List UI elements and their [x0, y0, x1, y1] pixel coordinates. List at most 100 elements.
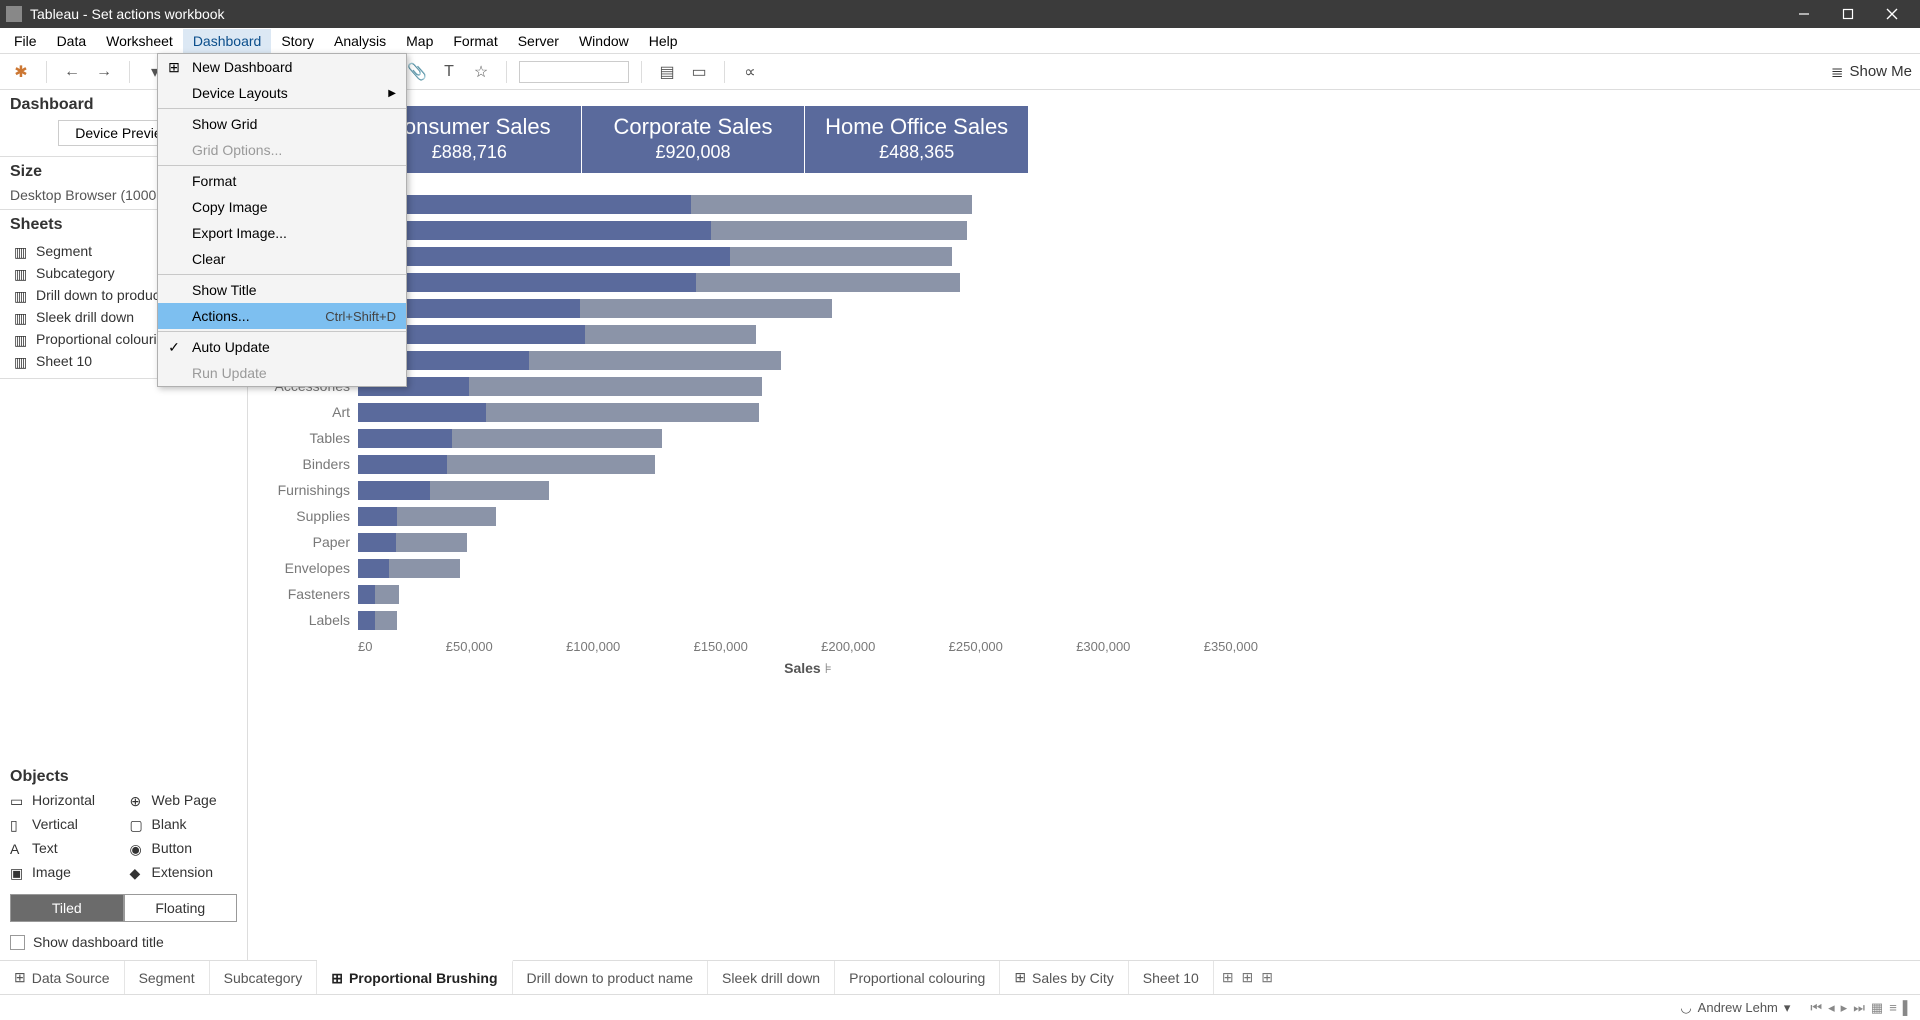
- pin-icon[interactable]: ☆: [468, 59, 494, 85]
- chart-bars[interactable]: [358, 191, 1268, 633]
- tab-sheet-10[interactable]: Sheet 10: [1129, 961, 1214, 994]
- nav-last-icon[interactable]: ⏭: [1853, 1000, 1865, 1016]
- back-icon[interactable]: ←: [59, 59, 85, 85]
- check-icon: ✓: [164, 339, 184, 356]
- tab-proportional-brushing[interactable]: ⊞Proportional Brushing: [317, 960, 512, 994]
- bar-row[interactable]: [358, 321, 1268, 347]
- show-me-button[interactable]: ≣ Show Me: [1831, 63, 1912, 81]
- worksheet-icon: ▥: [14, 354, 28, 368]
- user-name: Andrew Lehm: [1698, 1000, 1778, 1015]
- nav-next-icon[interactable]: ▸: [1841, 1000, 1848, 1016]
- nav-first-icon[interactable]: ⏮: [1810, 1000, 1822, 1016]
- object-horizontal[interactable]: ▭Horizontal: [10, 792, 118, 808]
- bar-row[interactable]: [358, 243, 1268, 269]
- menu-item-gridopt: Grid Options...: [158, 137, 406, 163]
- sheet-tabs: ⊞ Data Source SegmentSubcategory⊞Proport…: [0, 960, 1920, 994]
- new-dashboard-icon[interactable]: ⊞: [1242, 969, 1254, 986]
- tab-segment[interactable]: Segment: [125, 961, 210, 994]
- tab-proportional-colouring[interactable]: Proportional colouring: [835, 961, 1000, 994]
- forward-icon[interactable]: →: [91, 59, 117, 85]
- menu-item-showgrid[interactable]: Show Grid: [158, 111, 406, 137]
- menu-item-autoupd[interactable]: ✓Auto Update: [158, 334, 406, 360]
- menu-window[interactable]: Window: [569, 29, 639, 53]
- menu-dashboard[interactable]: Dashboard: [183, 29, 272, 53]
- tab-sleek-drill-down[interactable]: Sleek drill down: [708, 961, 835, 994]
- menu-item-showtitle[interactable]: Show Title: [158, 277, 406, 303]
- bar-row[interactable]: [358, 373, 1268, 399]
- view-list-icon[interactable]: ≡: [1889, 1000, 1897, 1016]
- object-extension[interactable]: ◆Extension: [130, 864, 238, 880]
- bar-row[interactable]: [358, 425, 1268, 451]
- menu-server[interactable]: Server: [508, 29, 569, 53]
- menu-file[interactable]: File: [4, 29, 47, 53]
- menu-item-format[interactable]: Format: [158, 168, 406, 194]
- dashboard-canvas: Consumer Sales£888,716Corporate Sales£92…: [248, 90, 1920, 960]
- bar-row[interactable]: [358, 451, 1268, 477]
- close-button[interactable]: [1870, 0, 1914, 28]
- tableau-logo-icon[interactable]: ✱: [8, 59, 34, 85]
- maximize-button[interactable]: [1826, 0, 1870, 28]
- fit-icon[interactable]: ▤: [654, 59, 680, 85]
- bar-row[interactable]: [358, 217, 1268, 243]
- menu-help[interactable]: Help: [639, 29, 688, 53]
- statusbar: ◡ Andrew Lehm ▾ ⏮ ◂ ▸ ⏭ ▦ ≡ ▌: [0, 994, 1920, 1020]
- view-filmstrip-icon[interactable]: ▌: [1903, 1000, 1912, 1016]
- toolbar-search[interactable]: [519, 61, 629, 83]
- worksheet-icon: ▥: [14, 266, 28, 280]
- menu-format[interactable]: Format: [443, 29, 507, 53]
- menu-analysis[interactable]: Analysis: [324, 29, 396, 53]
- menu-item-new[interactable]: ⊞New Dashboard: [158, 54, 406, 80]
- totals-icon[interactable]: T: [436, 59, 462, 85]
- bar-row[interactable]: [358, 477, 1268, 503]
- nav-prev-icon[interactable]: ◂: [1828, 1000, 1835, 1016]
- bar-row[interactable]: [358, 581, 1268, 607]
- bar-row[interactable]: [358, 347, 1268, 373]
- object-blank[interactable]: ▢Blank: [130, 816, 238, 832]
- show-title-checkbox[interactable]: [10, 935, 25, 950]
- worksheet-icon: ▥: [14, 332, 28, 346]
- object-image[interactable]: ▣Image: [10, 864, 118, 880]
- share-icon[interactable]: ∝: [737, 59, 763, 85]
- object-button[interactable]: ◉Button: [130, 840, 238, 856]
- bar-row[interactable]: [358, 295, 1268, 321]
- view-cards-icon[interactable]: ▦: [1871, 1000, 1883, 1016]
- menu-story[interactable]: Story: [271, 29, 324, 53]
- menu-data[interactable]: Data: [47, 29, 97, 53]
- showme-label: Show Me: [1849, 63, 1912, 80]
- bar-row[interactable]: [358, 269, 1268, 295]
- menu-item-clear[interactable]: Clear: [158, 246, 406, 272]
- presentation-mode-icon[interactable]: ▭: [686, 59, 712, 85]
- menu-item-device[interactable]: Device Layouts▶: [158, 80, 406, 106]
- menu-item-exportimg[interactable]: Export Image...: [158, 220, 406, 246]
- menu-map[interactable]: Map: [396, 29, 443, 53]
- kpi-card[interactable]: Corporate Sales£920,008: [582, 106, 805, 173]
- tab-subcategory[interactable]: Subcategory: [210, 961, 318, 994]
- submenu-arrow-icon: ▶: [388, 88, 396, 99]
- menu-worksheet[interactable]: Worksheet: [96, 29, 183, 53]
- menubar: FileDataWorksheetDashboardStoryAnalysisM…: [0, 28, 1920, 54]
- menu-item-actions[interactable]: Actions...Ctrl+Shift+D: [158, 303, 406, 329]
- object-text[interactable]: AText: [10, 840, 118, 856]
- menu-item-copyimg[interactable]: Copy Image: [158, 194, 406, 220]
- object-vertical[interactable]: ▯Vertical: [10, 816, 118, 832]
- new-worksheet-icon[interactable]: ⊞: [1222, 969, 1234, 986]
- bar-row[interactable]: [358, 529, 1268, 555]
- floating-button[interactable]: Floating: [124, 894, 238, 922]
- minimize-button[interactable]: [1782, 0, 1826, 28]
- bar-row[interactable]: [358, 607, 1268, 633]
- object-web-page[interactable]: ⊕Web Page: [130, 792, 238, 808]
- h-icon: ▭: [10, 793, 24, 807]
- tab-sales-by-city[interactable]: ⊞Sales by City: [1000, 961, 1128, 994]
- bar-row[interactable]: [358, 399, 1268, 425]
- group-icon[interactable]: 📎: [404, 59, 430, 85]
- bar-row[interactable]: [358, 191, 1268, 217]
- bar-row[interactable]: [358, 503, 1268, 529]
- tiled-button[interactable]: Tiled: [10, 894, 124, 922]
- new-dash-icon: ⊞: [164, 59, 184, 76]
- data-source-tab[interactable]: ⊞ Data Source: [0, 961, 125, 994]
- tab-drill-down-to-product-name[interactable]: Drill down to product name: [513, 961, 709, 994]
- bar-row[interactable]: [358, 555, 1268, 581]
- new-story-icon[interactable]: ⊞: [1261, 969, 1273, 986]
- kpi-card[interactable]: Home Office Sales£488,365: [805, 106, 1028, 173]
- user-menu[interactable]: ◡ Andrew Lehm ▾: [1672, 1000, 1798, 1016]
